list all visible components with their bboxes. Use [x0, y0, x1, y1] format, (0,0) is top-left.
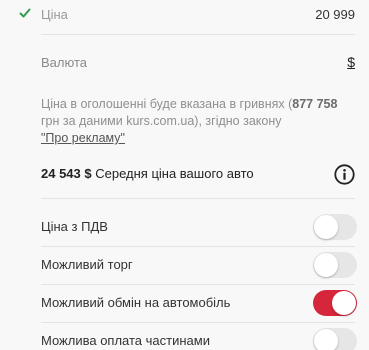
info-text-before: Ціна в оголошенні буде вказана в гривнях…	[41, 97, 293, 111]
currency-label: Валюта	[41, 55, 87, 70]
exchange-toggle[interactable]	[313, 290, 357, 316]
info-icon[interactable]	[334, 164, 355, 185]
toggle-knob	[314, 253, 338, 277]
option-installments-label: Можлива оплата частинами	[41, 333, 210, 348]
average-price: 24 543 $ Середня ціна вашого авто	[41, 166, 254, 181]
option-installments-row[interactable]: Можлива оплата частинами	[0, 323, 369, 350]
option-bargain-row[interactable]: Можливий торг	[0, 247, 369, 285]
option-vat-label: Ціна з ПДВ	[41, 219, 108, 234]
option-vat-row[interactable]: Ціна з ПДВ	[0, 209, 369, 247]
toggle-knob	[314, 215, 338, 239]
check-icon	[19, 7, 31, 19]
advertising-law-link[interactable]: "Про рекламу"	[41, 131, 125, 145]
currency-select[interactable]: $	[347, 54, 355, 70]
uah-amount: 877 758	[292, 97, 338, 111]
toggle-knob	[332, 291, 356, 315]
divider	[41, 198, 355, 199]
average-price-value: 24 543 $	[41, 166, 92, 181]
price-label: Ціна	[41, 7, 68, 22]
option-exchange-row[interactable]: Можливий обмін на автомобіль	[0, 285, 369, 323]
vat-toggle[interactable]	[313, 214, 357, 240]
price-value[interactable]: 20 999	[315, 7, 355, 22]
option-bargain-label: Можливий торг	[41, 257, 133, 272]
price-row[interactable]: Ціна 20 999	[0, 0, 369, 34]
toggle-knob	[314, 329, 338, 350]
option-exchange-label: Можливий обмін на автомобіль	[41, 295, 231, 310]
divider	[41, 34, 355, 35]
price-settings-screen: Ціна 20 999 Валюта $ Ціна в оголошенні б…	[0, 0, 369, 350]
bargain-toggle[interactable]	[313, 252, 357, 278]
uah-conversion-note: Ціна в оголошенні буде вказана в гривнях…	[41, 96, 361, 147]
installments-toggle[interactable]	[313, 328, 357, 350]
info-text-middle: грн за даними kurs.com.ua), згідно закон…	[41, 114, 282, 128]
average-price-label: Середня ціна вашого авто	[95, 166, 254, 181]
